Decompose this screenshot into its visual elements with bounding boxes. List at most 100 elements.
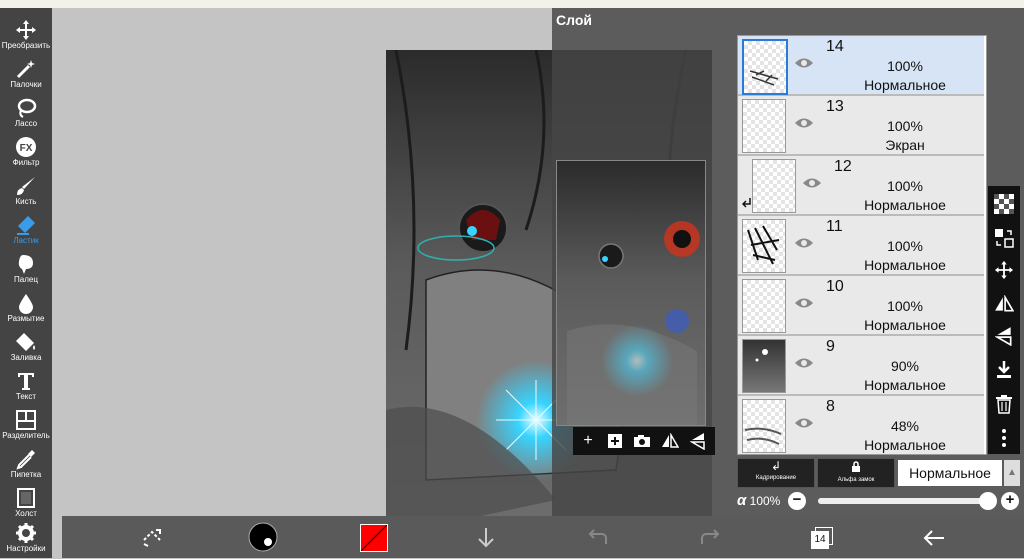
- more-icon[interactable]: [992, 426, 1016, 450]
- layer-row[interactable]: 11 100% Нормальное: [738, 216, 984, 276]
- clipping-label: Кадрирование: [755, 475, 797, 481]
- undo-icon[interactable]: [584, 524, 612, 552]
- blend-mode-select[interactable]: Нормальное: [898, 460, 1002, 486]
- move-icon[interactable]: [992, 258, 1016, 282]
- layer-opacity: 100%: [887, 178, 923, 194]
- canvas-preview[interactable]: [556, 160, 706, 426]
- tool-eraser[interactable]: Ластик: [0, 211, 52, 249]
- tool-bar: Преобразить Палочки Лассо FX Фильтр Кист…: [0, 8, 52, 558]
- opacity-value: 100%: [749, 494, 781, 508]
- chevron-up-icon[interactable]: ▲: [1004, 460, 1020, 486]
- tool-divider[interactable]: Разделитель: [0, 406, 52, 444]
- gear-icon: [16, 523, 36, 543]
- layer-count: 14: [811, 531, 829, 549]
- add-icon[interactable]: +: [577, 430, 599, 452]
- tool-brush[interactable]: Кисть: [0, 172, 52, 210]
- lasso-icon: [17, 98, 37, 118]
- layer-thumbnail: [742, 279, 786, 333]
- checkerboard-icon[interactable]: [992, 192, 1016, 216]
- tool-blur[interactable]: Размытие: [0, 289, 52, 327]
- primary-color-swatch[interactable]: [360, 524, 388, 552]
- smudge-icon: [18, 255, 33, 274]
- layer-blend-mode: Нормальное: [864, 377, 946, 393]
- layer-actions-strip: [988, 186, 1020, 454]
- tool-transform[interactable]: Преобразить: [0, 16, 52, 54]
- tool-eyedropper[interactable]: Пипетка: [0, 445, 52, 483]
- layer-row[interactable]: 12 100% Нормальное: [738, 156, 984, 216]
- layer-opacity: 100%: [887, 238, 923, 254]
- svg-text:FX: FX: [20, 143, 33, 154]
- layer-row[interactable]: 8 48% Нормальное: [738, 396, 984, 454]
- arrow-down-icon[interactable]: [472, 524, 500, 552]
- tool-text[interactable]: Текст: [0, 367, 52, 405]
- tool-label: Холст: [15, 509, 37, 518]
- opacity-slider-handle[interactable]: [979, 492, 997, 510]
- clipping-button[interactable]: ↲ Кадрирование: [737, 458, 815, 488]
- layers-button[interactable]: 14: [808, 524, 836, 552]
- layer-row[interactable]: 10 100% Нормальное: [738, 276, 984, 336]
- redo-icon[interactable]: [696, 524, 724, 552]
- tool-label: Текст: [15, 392, 37, 401]
- layer-blend-mode: Нормальное: [864, 197, 946, 213]
- back-arrow-icon[interactable]: [920, 524, 948, 552]
- layer-row[interactable]: 14 100% Нормальное: [738, 36, 984, 96]
- layer-number: 12: [834, 158, 852, 175]
- tool-settings[interactable]: Настройки: [0, 519, 52, 557]
- layer-row[interactable]: 9 90% Нормальное: [738, 336, 984, 396]
- eye-icon[interactable]: [802, 176, 822, 190]
- flip-vertical-icon[interactable]: [992, 324, 1016, 348]
- layer-blend-mode: Нормальное: [864, 437, 946, 453]
- tool-label: Разделитель: [2, 431, 50, 440]
- layer-thumbnail: [742, 39, 788, 95]
- merge-down-icon[interactable]: [992, 358, 1016, 382]
- tool-canvas[interactable]: Холст: [0, 484, 52, 522]
- tool-filter[interactable]: FX Фильтр: [0, 133, 52, 171]
- eye-icon[interactable]: [794, 416, 814, 430]
- flip-horizontal-icon[interactable]: [659, 430, 681, 452]
- transform-selection-icon[interactable]: [138, 524, 166, 552]
- layer-number: 8: [826, 398, 835, 415]
- add-layer-icon[interactable]: [604, 430, 626, 452]
- eye-icon[interactable]: [794, 356, 814, 370]
- opacity-decrease-button[interactable]: −: [788, 492, 806, 510]
- flip-vertical-icon[interactable]: [687, 430, 709, 452]
- eye-icon[interactable]: [794, 236, 814, 250]
- brush-size-preview[interactable]: [248, 522, 278, 552]
- eyedropper-icon: [16, 450, 35, 470]
- layer-opacity: 48%: [890, 418, 920, 434]
- layer-thumbnail: [752, 159, 796, 213]
- eye-icon[interactable]: [794, 296, 814, 310]
- camera-icon[interactable]: [631, 430, 653, 452]
- trash-icon[interactable]: [992, 392, 1016, 416]
- eye-icon[interactable]: [794, 116, 814, 130]
- layer-row[interactable]: 13 100% Экран: [738, 96, 984, 156]
- alpha-symbol: α: [737, 492, 747, 509]
- panel-title: Слой: [556, 12, 592, 28]
- eye-icon[interactable]: [794, 56, 814, 70]
- alpha-lock-button[interactable]: Альфа замок: [817, 458, 895, 488]
- lock-icon: [818, 459, 894, 475]
- layer-number: 14: [826, 38, 844, 55]
- tool-label: Палочки: [10, 80, 42, 89]
- swap-layers-icon[interactable]: [992, 226, 1016, 250]
- layer-blend-mode: Экран: [885, 137, 925, 153]
- layer-number: 9: [826, 338, 835, 355]
- preview-toolbar: +: [573, 427, 715, 455]
- tool-smudge[interactable]: Палец: [0, 250, 52, 288]
- layer-list: 14 100% Нормальное 13 100% Экран 12 100%…: [737, 35, 987, 455]
- tool-label: Лассо: [14, 119, 38, 128]
- layer-opacity: 90%: [890, 358, 920, 374]
- opacity-slider[interactable]: [818, 492, 997, 510]
- tool-label: Палец: [14, 275, 38, 284]
- tool-magic-wand[interactable]: Палочки: [0, 55, 52, 93]
- fill-icon: [16, 333, 35, 351]
- layer-thumbnail: [742, 99, 786, 153]
- eraser-icon: [17, 216, 35, 235]
- top-strip: [0, 0, 1024, 8]
- flip-horizontal-icon[interactable]: [992, 292, 1016, 316]
- tool-lasso[interactable]: Лассо: [0, 94, 52, 132]
- brush-icon: [17, 177, 35, 195]
- blur-icon: [19, 294, 33, 314]
- opacity-increase-button[interactable]: +: [1001, 492, 1019, 510]
- tool-fill[interactable]: Заливка: [0, 328, 52, 366]
